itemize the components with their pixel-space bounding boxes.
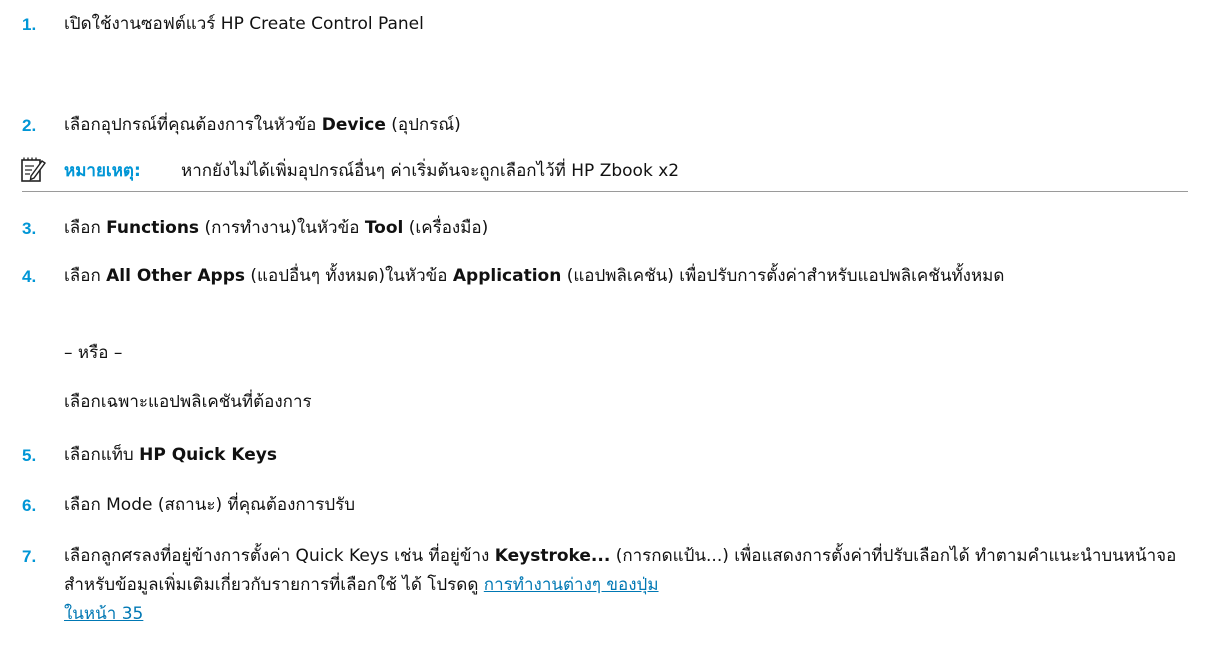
step-text: เลือกลูกศรลงที่อยู่ข้างการตั้งค่า Quick … bbox=[64, 542, 1189, 629]
step-number: 6. bbox=[22, 496, 37, 515]
step-text-part: (อุปกรณ์) bbox=[385, 115, 461, 135]
step-number: 4. bbox=[22, 267, 37, 286]
step-text-part: (แอปพลิเคชัน) เพื่อปรับการตั้งค่าสำหรับแ… bbox=[561, 266, 1005, 286]
step-text-part: (แอปอื่นๆ ทั้งหมด)ในหัวข้อ bbox=[245, 266, 453, 286]
step-number: 7. bbox=[22, 547, 37, 566]
note-text: หากยังไม่ได้เพิ่มอุปกรณ์อื่นๆ ค่าเริ่มต้… bbox=[181, 161, 680, 181]
step-number: 2. bbox=[22, 116, 37, 135]
note-pencil-icon bbox=[21, 157, 46, 182]
step-text: เลือกอุปกรณ์ที่คุณต้องการในหัวข้อ Device… bbox=[64, 111, 1189, 140]
step-text-part: เลือกลูกศรลงที่อยู่ข้างการตั้งค่า Quick … bbox=[64, 546, 495, 566]
step-number: 3. bbox=[22, 219, 37, 238]
note-label: หมายเหตุ: bbox=[64, 161, 141, 181]
step-text-part: เลือก bbox=[64, 218, 107, 238]
step-text-part: (เครื่องมือ) bbox=[403, 218, 489, 238]
step-number: 1. bbox=[22, 15, 37, 34]
alternative-text: เลือกเฉพาะแอปพลิเคชันที่ต้องการ bbox=[64, 392, 312, 412]
page-reference-link[interactable]: ในหน้า 35 bbox=[64, 604, 143, 624]
ui-term: HP Quick Keys bbox=[139, 445, 277, 465]
ui-term: Tool bbox=[364, 218, 404, 238]
note-divider bbox=[22, 191, 1188, 192]
step-text: เลือกแท็บ HP Quick Keys bbox=[64, 441, 1189, 470]
step-text-part: เลือกอุปกรณ์ที่คุณต้องการในหัวข้อ bbox=[64, 115, 322, 135]
step-text-part: เลือก bbox=[64, 266, 107, 286]
step-text: เปิดใช้งานซอฟต์แวร์ HP Create Control Pa… bbox=[64, 14, 424, 34]
step-text: เลือก Functions (การทำงาน)ในหัวข้อ Tool … bbox=[64, 214, 1189, 243]
document-page: 1. เปิดใช้งานซอฟต์แวร์ HP Create Control… bbox=[0, 0, 1209, 660]
step-text-part: เลือกแท็บ bbox=[64, 445, 140, 465]
cross-reference-link[interactable]: การทำงานต่างๆ ของปุ่ม bbox=[484, 575, 659, 595]
step-text: เลือก Mode (สถานะ) ที่คุณต้องการปรับ bbox=[64, 495, 356, 515]
step-text: เลือก All Other Apps (แอปอื่นๆ ทั้งหมด)ใ… bbox=[64, 262, 1189, 291]
ui-term: Device bbox=[321, 115, 386, 135]
note-box: หมายเหตุ: หากยังไม่ได้เพิ่มอุปกรณ์อื่นๆ … bbox=[0, 154, 1209, 192]
ui-term: Functions bbox=[106, 218, 200, 238]
ui-term: Application bbox=[452, 266, 562, 286]
or-separator: – หรือ – bbox=[64, 343, 123, 363]
ui-term: Keystroke... bbox=[494, 546, 611, 566]
step-number: 5. bbox=[22, 446, 37, 465]
step-text-part: (การทำงาน)ในหัวข้อ bbox=[199, 218, 365, 238]
ui-term: All Other Apps bbox=[106, 266, 245, 286]
